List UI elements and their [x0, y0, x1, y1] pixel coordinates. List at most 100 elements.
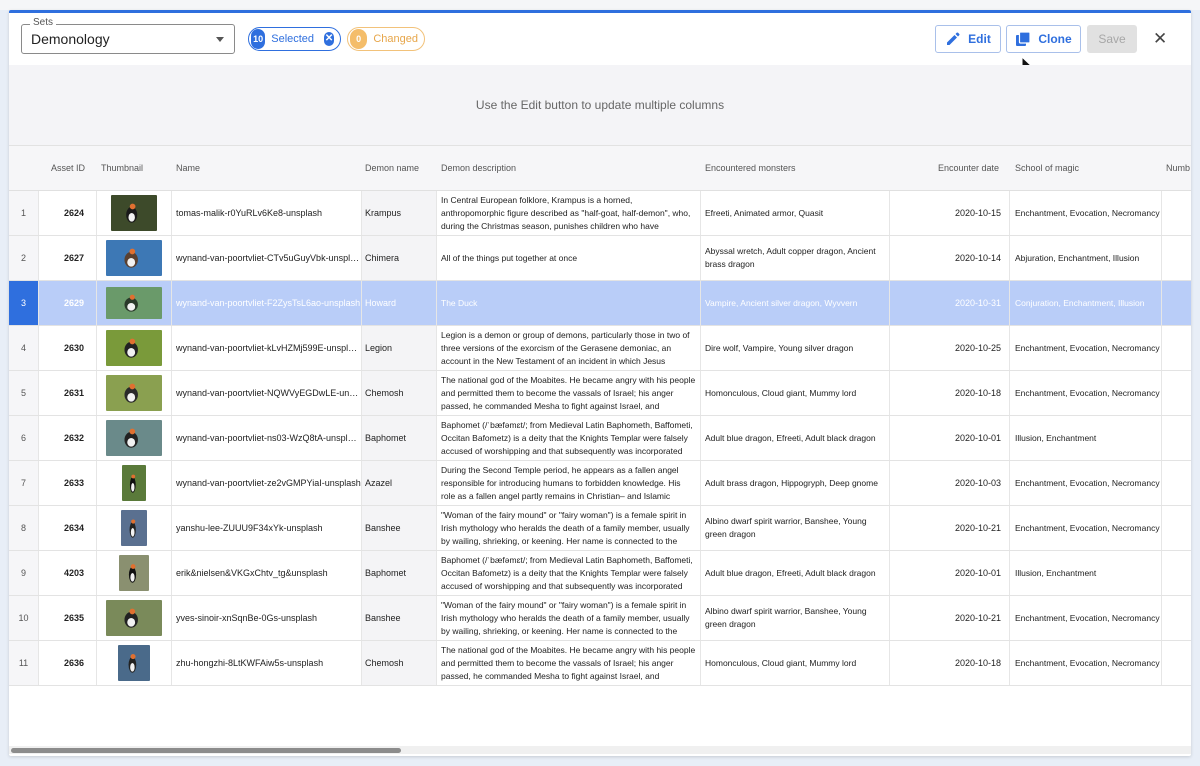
demon-name-cell: Chemosh	[362, 641, 437, 685]
demon-description-cell: "Woman of the fairy mound" or "fairy wom…	[437, 506, 701, 550]
table-row[interactable]: 11 2636 zhu-hongzhi-8LtKWFAiw5s-unsplash Ch…	[9, 641, 1191, 686]
sets-value: Demonology	[31, 31, 110, 47]
table-row[interactable]: 8 2634 yanshu-lee-ZUUU9F34xYk-unsplash Bans…	[9, 506, 1191, 551]
encounter-date-cell: 2020-10-25	[890, 326, 1010, 370]
selected-label: Selected	[271, 33, 315, 45]
asset-id-cell: 2636	[39, 641, 97, 685]
school-of-magic-text: Enchantment, Evocation, Necromancy	[1015, 387, 1160, 398]
name-cell: tomas-malik-r0YuRLv6Ke8-unsplash	[172, 191, 362, 235]
column-header-demon-name[interactable]: Demon name	[365, 146, 419, 191]
clone-button[interactable]: Clone	[1006, 25, 1081, 53]
thumbnail-cell[interactable]	[97, 506, 172, 550]
table-row[interactable]: 7 2633 wynand-van-poortvliet-ze2vGMPYiaI-u…	[9, 461, 1191, 506]
encounter-date-cell: 2020-10-21	[890, 506, 1010, 550]
table-row[interactable]: 9 4203 erik&nielsen&VKGxChtv_tg&unsplash Ba…	[9, 551, 1191, 596]
edit-button[interactable]: Edit	[935, 25, 1001, 53]
changed-chip[interactable]: 0 Changed	[347, 27, 425, 51]
school-of-magic-text: Enchantment, Evocation, Necromancy	[1015, 477, 1160, 488]
changed-label: Changed	[373, 33, 418, 45]
number-cell	[1162, 281, 1191, 325]
column-header-asset-id[interactable]: Asset ID	[51, 146, 85, 191]
pencil-icon	[947, 32, 960, 45]
encountered-monsters-cell: Adult blue dragon, Efreeti, Adult black …	[701, 416, 890, 460]
row-number[interactable]: 11	[9, 641, 39, 685]
demon-description-cell: During the Second Temple period, he appe…	[437, 461, 701, 505]
thumbnail-cell[interactable]	[97, 596, 172, 640]
encountered-monsters-cell: Efreeti, Animated armor, Quasit	[701, 191, 890, 235]
save-button[interactable]: Save	[1087, 25, 1137, 53]
demon-description-cell: Baphomet (/ˈbæfəmɛt/; from Medieval Lati…	[437, 551, 701, 595]
scrollbar-thumb[interactable]	[11, 748, 401, 753]
row-number[interactable]: 7	[9, 461, 39, 505]
number-cell	[1162, 326, 1191, 370]
name-cell: yanshu-lee-ZUUU9F34xYk-unsplash	[172, 506, 362, 550]
encountered-monsters-cell: Dire wolf, Vampire, Young silver dragon	[701, 326, 890, 370]
thumbnail-cell[interactable]	[97, 236, 172, 280]
demon-name-cell: Chimera	[362, 236, 437, 280]
thumbnail-cell[interactable]	[97, 551, 172, 595]
row-number[interactable]: 9	[9, 551, 39, 595]
thumbnail-cell[interactable]	[97, 416, 172, 460]
column-header-encounter-date[interactable]: Encounter date	[938, 146, 999, 191]
name-cell: wynand-van-poortvliet-F2ZysTsL6ao-unspla…	[172, 281, 362, 325]
encounter-date-cell: 2020-10-14	[890, 236, 1010, 280]
row-number[interactable]: 3	[9, 281, 39, 325]
school-of-magic-cell: Conjuration, Enchantment, Illusion	[1010, 281, 1162, 325]
school-of-magic-text: Enchantment, Evocation, Necromancy	[1015, 207, 1160, 218]
encounter-date-cell: 2020-10-01	[890, 416, 1010, 460]
column-header-demon-description[interactable]: Demon description	[441, 146, 516, 191]
thumbnail-cell[interactable]	[97, 326, 172, 370]
selected-chip[interactable]: 10 Selected ✕	[248, 27, 341, 51]
column-header-encountered-monsters[interactable]: Encountered monsters	[705, 146, 796, 191]
demon-name-cell: Baphomet	[362, 416, 437, 460]
table-row[interactable]: 2 2627 wynand-van-poortvliet-CTv5uGuyVbk-u…	[9, 236, 1191, 281]
name-cell: yves-sinoir-xnSqnBe-0Gs-unsplash	[172, 596, 362, 640]
table-row[interactable]: 4 2630 wynand-van-poortvliet-kLvHZMj599E-u…	[9, 326, 1191, 371]
column-header-number[interactable]: Numb	[1166, 146, 1191, 191]
column-header-name[interactable]: Name	[176, 146, 200, 191]
school-of-magic-cell: Abjuration, Enchantment, Illusion	[1010, 236, 1162, 280]
thumbnail-cell[interactable]	[97, 191, 172, 235]
demon-name-cell: Banshee	[362, 506, 437, 550]
thumbnail-cell[interactable]	[97, 371, 172, 415]
close-icon[interactable]: ✕	[1153, 29, 1167, 49]
asset-id-cell: 4203	[39, 551, 97, 595]
toolbar: Sets Demonology 10 Selected ✕ 0 Changed …	[9, 13, 1191, 74]
table-row[interactable]: 10 2635 yves-sinoir-xnSqnBe-0Gs-unsplash Ba…	[9, 596, 1191, 641]
sets-select[interactable]: Sets Demonology	[21, 17, 235, 54]
thumbnail-image	[121, 510, 147, 546]
asset-id-cell: 2631	[39, 371, 97, 415]
clear-selection-icon[interactable]: ✕	[324, 32, 334, 46]
encountered-monsters-text: Albino dwarf spirit warrior, Banshee, Yo…	[705, 516, 867, 539]
table-row[interactable]: 1 2624 tomas-malik-r0YuRLv6Ke8-unsplash Kra…	[9, 191, 1191, 236]
encountered-monsters-text: Adult blue dragon, Efreeti, Adult black …	[705, 567, 876, 578]
column-header-thumbnail[interactable]: Thumbnail	[101, 146, 143, 191]
row-number[interactable]: 2	[9, 236, 39, 280]
horizontal-scrollbar[interactable]	[9, 746, 1191, 754]
row-number[interactable]: 4	[9, 326, 39, 370]
grid-header: Asset ID Thumbnail Name Demon name Demon…	[9, 146, 1191, 191]
thumbnail-cell[interactable]	[97, 281, 172, 325]
table-row[interactable]: 5 2631 wynand-van-poortvliet-NQWVyEGDwLE-u…	[9, 371, 1191, 416]
thumbnail-image	[106, 420, 162, 456]
row-number[interactable]: 10	[9, 596, 39, 640]
thumbnail-cell[interactable]	[97, 641, 172, 685]
encountered-monsters-cell: Albino dwarf spirit warrior, Banshee, Yo…	[701, 506, 890, 550]
row-number[interactable]: 1	[9, 191, 39, 235]
demon-name-cell: Legion	[362, 326, 437, 370]
encountered-monsters-text: Abyssal wretch, Adult copper dragon, Anc…	[705, 246, 876, 269]
number-cell	[1162, 551, 1191, 595]
asset-id-cell: 2634	[39, 506, 97, 550]
school-of-magic-cell: Illusion, Enchantment	[1010, 551, 1162, 595]
selected-count-badge: 10	[251, 29, 266, 49]
asset-id-cell: 2632	[39, 416, 97, 460]
row-number[interactable]: 5	[9, 371, 39, 415]
thumbnail-cell[interactable]	[97, 461, 172, 505]
copy-icon	[1016, 31, 1031, 46]
column-header-school-of-magic[interactable]: School of magic	[1015, 146, 1079, 191]
name-cell: wynand-van-poortvliet-ns03-WzQ8tA-unspla…	[172, 416, 362, 460]
row-number[interactable]: 8	[9, 506, 39, 550]
row-number[interactable]: 6	[9, 416, 39, 460]
table-row[interactable]: 6 2632 wynand-van-poortvliet-ns03-WzQ8tA-u…	[9, 416, 1191, 461]
table-row[interactable]: 3 2629 wynand-van-poortvliet-F2ZysTsL6ao-u…	[9, 281, 1191, 326]
